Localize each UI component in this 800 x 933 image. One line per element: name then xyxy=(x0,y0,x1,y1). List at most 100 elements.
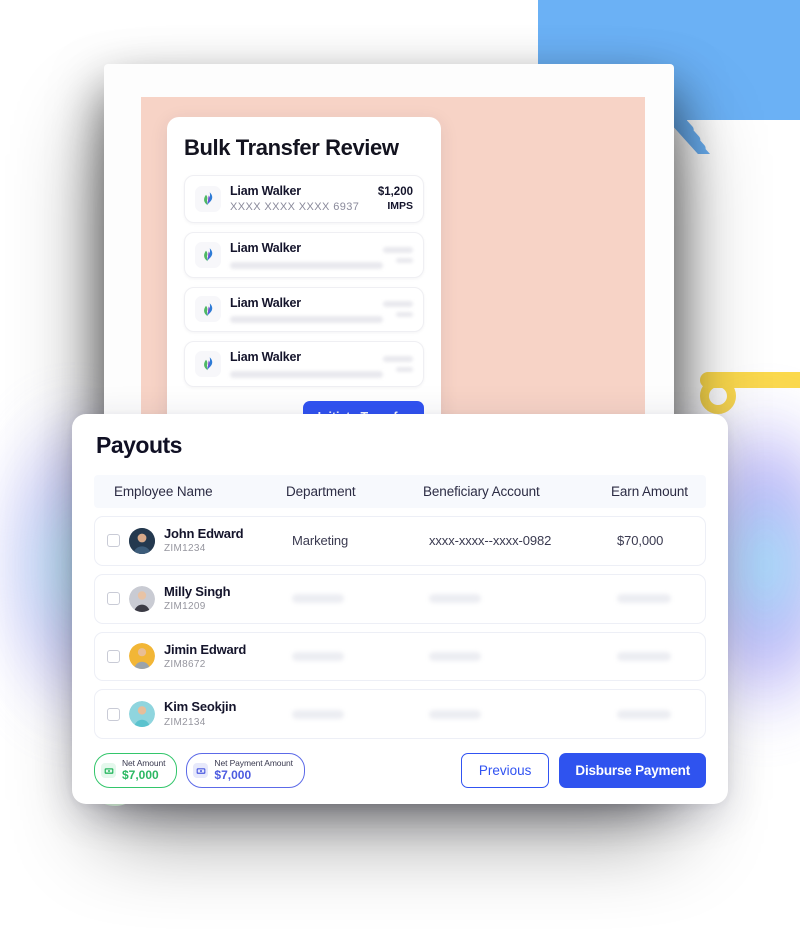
net-amount-chip: Net Amount $7,000 xyxy=(94,753,178,789)
net-amount-text: Net Amount $7,000 xyxy=(122,758,166,783)
redacted-amount-placeholder xyxy=(383,301,413,308)
employee-identity: Jimin Edward ZIM8672 xyxy=(164,642,292,672)
bulk-transfer-card: Bulk Transfer Review Liam Walker XXXX XX… xyxy=(167,117,441,449)
net-payment-amount-chip: Net Payment Amount $7,000 xyxy=(186,753,305,789)
cell-department xyxy=(292,651,429,661)
redacted-account-placeholder xyxy=(230,316,383,324)
employee-name: Jimin Edward xyxy=(164,641,247,657)
redacted-amount-placeholder xyxy=(383,355,413,362)
transfer-row-name: Liam Walker xyxy=(230,350,301,365)
employee-id: ZIM1234 xyxy=(164,543,206,555)
transfer-row-details: Liam Walker xyxy=(230,350,383,378)
net-payment-amount-label: Net Payment Amount xyxy=(214,758,293,768)
leaf-logo-icon xyxy=(195,185,221,212)
net-amount-label: Net Amount xyxy=(122,758,166,768)
cell-department xyxy=(292,594,429,604)
transfer-row-meta xyxy=(383,301,413,318)
table-row[interactable]: Milly Singh ZIM1209 xyxy=(94,573,706,624)
redacted-placeholder xyxy=(617,651,671,661)
avatar xyxy=(129,585,155,612)
row-checkbox[interactable] xyxy=(107,592,120,606)
transfer-row-name: Liam Walker xyxy=(230,240,301,255)
transfer-row-details: Liam Walker xyxy=(230,296,383,324)
transfer-row-meta: $1,200 IMPS xyxy=(378,185,413,214)
previous-button[interactable]: Previous xyxy=(460,753,550,789)
disburse-payment-button[interactable]: Disburse Payment xyxy=(559,753,706,789)
transfer-row[interactable]: Liam Walker XXXX XXXX XXXX 6937 $1,200 I… xyxy=(184,175,424,223)
transfer-row-details: Liam Walker XXXX XXXX XXXX 6937 xyxy=(230,184,378,214)
bulk-transfer-title: Bulk Transfer Review xyxy=(184,135,399,160)
employee-name: Kim Seokjin xyxy=(164,699,237,715)
redacted-account-placeholder xyxy=(230,370,383,378)
redacted-amount-placeholder xyxy=(383,246,413,253)
redacted-placeholder xyxy=(617,594,671,604)
money-card-icon xyxy=(101,763,116,779)
column-header-employee-name: Employee Name xyxy=(114,484,213,499)
transfer-row-meta xyxy=(383,246,413,263)
leaf-logo-icon xyxy=(195,296,221,323)
cell-department xyxy=(292,709,429,719)
table-row[interactable]: John Edward ZIM1234 Marketing xxxx-xxxx-… xyxy=(94,516,706,566)
cell-earn-amount xyxy=(617,651,705,661)
avatar xyxy=(129,643,155,670)
redacted-account-placeholder xyxy=(230,261,383,269)
cell-beneficiary-account xyxy=(429,709,617,719)
redacted-placeholder xyxy=(292,651,344,661)
transfer-row[interactable]: Liam Walker xyxy=(184,231,424,278)
employee-id: ZIM1209 xyxy=(164,601,206,612)
transfer-row-amount: $1,200 xyxy=(377,185,413,198)
banknote-icon xyxy=(193,763,209,779)
redacted-placeholder xyxy=(292,594,344,604)
decorative-yellow-ring xyxy=(700,378,736,414)
column-header-beneficiary-account: Beneficiary Account xyxy=(423,484,540,499)
cell-earn-amount xyxy=(617,594,705,604)
scene: Bulk Transfer Review Liam Walker XXXX XX… xyxy=(0,0,800,933)
table-row[interactable]: Jimin Edward ZIM8672 xyxy=(94,631,706,682)
cell-beneficiary-account xyxy=(429,651,617,661)
employee-id: ZIM8672 xyxy=(164,658,206,670)
table-row[interactable]: Kim Seokjin ZIM2134 xyxy=(94,689,706,739)
cell-beneficiary-account xyxy=(429,594,617,604)
transfer-row-mode: IMPS xyxy=(387,199,413,212)
cell-department: Marketing xyxy=(292,533,349,549)
row-checkbox[interactable] xyxy=(107,534,120,548)
payouts-title: Payouts xyxy=(96,432,182,458)
transfer-row-name: Liam Walker xyxy=(230,184,301,198)
payouts-footer: Net Amount $7,000 Net Payment Amount $7,… xyxy=(94,753,706,789)
payouts-table-header: Employee Name Department Beneficiary Acc… xyxy=(94,475,706,508)
avatar xyxy=(129,701,155,728)
redacted-placeholder xyxy=(429,651,481,661)
employee-identity: John Edward ZIM1234 xyxy=(164,526,292,556)
payouts-card: Payouts Employee Name Department Benefic… xyxy=(72,414,728,805)
employee-id: ZIM2134 xyxy=(164,716,206,728)
redacted-placeholder xyxy=(292,709,344,719)
leaf-logo-icon xyxy=(195,350,221,377)
row-checkbox[interactable] xyxy=(107,649,120,663)
transfer-row[interactable]: Liam Walker xyxy=(184,286,424,333)
column-header-department: Department xyxy=(286,484,356,499)
cell-earn-amount: $70,000 xyxy=(617,533,664,549)
net-payment-amount-value: $7,000 xyxy=(214,768,252,783)
transfer-row-details: Liam Walker xyxy=(230,241,383,269)
employee-identity: Milly Singh ZIM1209 xyxy=(164,584,292,614)
redacted-mode-placeholder xyxy=(396,366,413,372)
employee-name: Milly Singh xyxy=(164,583,231,599)
transfer-row-account: XXXX XXXX XXXX 6937 xyxy=(230,200,360,213)
transfer-row-name: Liam Walker xyxy=(230,295,301,310)
net-amount-value: $7,000 xyxy=(122,768,159,783)
redacted-mode-placeholder xyxy=(396,257,413,263)
redacted-mode-placeholder xyxy=(396,312,413,318)
cell-beneficiary-account: xxxx-xxxx--xxxx-0982 xyxy=(429,533,552,549)
leaf-logo-icon xyxy=(195,241,221,268)
column-header-earn-amount: Earn Amount xyxy=(611,484,688,499)
cell-earn-amount xyxy=(617,709,705,719)
redacted-placeholder xyxy=(429,709,481,719)
employee-name: John Edward xyxy=(164,526,244,541)
row-checkbox[interactable] xyxy=(107,707,120,721)
net-payment-amount-text: Net Payment Amount $7,000 xyxy=(214,758,293,783)
transfer-row-meta xyxy=(383,355,413,372)
transfer-row[interactable]: Liam Walker xyxy=(184,341,424,387)
redacted-placeholder xyxy=(429,594,481,604)
avatar xyxy=(129,527,155,554)
employee-identity: Kim Seokjin ZIM2134 xyxy=(164,699,292,729)
